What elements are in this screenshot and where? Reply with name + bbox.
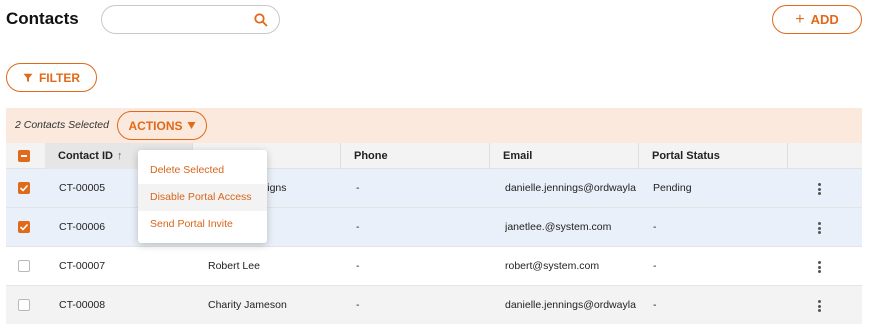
phone-cell: - <box>356 182 360 194</box>
more-vertical-icon[interactable] <box>818 183 822 195</box>
search-input[interactable] <box>101 5 280 34</box>
select-all-checkbox[interactable] <box>18 150 30 162</box>
column-header-portal-status[interactable]: Portal Status <box>638 143 787 169</box>
contact-id-cell: CT-00008 <box>59 299 106 311</box>
phone-cell: - <box>356 260 360 272</box>
selection-count-text: 2 Contacts Selected <box>15 119 109 131</box>
table-row[interactable]: CT-00008 Charity Jameson - danielle.jenn… <box>6 286 862 324</box>
column-header-email[interactable]: Email <box>489 143 638 169</box>
actions-menu: Delete Selected Disable Portal Access Se… <box>138 150 267 243</box>
phone-cell: - <box>356 221 360 233</box>
contact-name-cell: Robert Lee <box>208 260 260 272</box>
menu-item-disable-portal-access[interactable]: Disable Portal Access <box>138 184 267 211</box>
more-vertical-icon[interactable] <box>818 222 822 234</box>
row-checkbox[interactable] <box>18 299 30 311</box>
filter-button[interactable]: FILTER <box>6 63 97 92</box>
sort-arrow-icon[interactable]: ↑ <box>117 150 123 162</box>
actions-button[interactable]: ACTIONS <box>117 111 207 140</box>
table-row[interactable]: CT-00005 signs - danielle.jennings@ordwa… <box>6 169 862 208</box>
row-checkbox[interactable] <box>18 182 30 194</box>
column-header-phone[interactable]: Phone <box>340 143 489 169</box>
checkmark-icon <box>19 223 29 231</box>
page-title: Contacts <box>6 9 79 28</box>
table-row[interactable]: CT-00007 Robert Lee - robert@system.com … <box>6 247 862 286</box>
email-cell: danielle.jennings@ordwayla <box>505 182 636 194</box>
portal-status-cell: - <box>653 221 657 233</box>
contact-id-cell: CT-00005 <box>59 182 106 194</box>
more-vertical-icon[interactable] <box>818 261 822 273</box>
filter-icon <box>23 73 33 82</box>
column-header-actions <box>787 143 862 169</box>
header-select-all-cell <box>6 143 45 169</box>
actions-button-label: ACTIONS <box>128 118 183 133</box>
checkmark-icon <box>19 184 29 192</box>
email-cell: robert@system.com <box>505 260 600 272</box>
add-button-label: ADD <box>810 12 839 27</box>
contact-name-cell: Charity Jameson <box>208 299 287 311</box>
row-checkbox[interactable] <box>18 221 30 233</box>
row-checkbox[interactable] <box>18 260 30 272</box>
caret-down-icon <box>187 122 195 129</box>
contact-id-cell: CT-00006 <box>59 221 106 233</box>
add-button[interactable]: + ADD <box>772 5 862 34</box>
contact-id-cell: CT-00007 <box>59 260 106 272</box>
more-vertical-icon[interactable] <box>818 300 822 312</box>
table-row[interactable]: CT-00006 - janetlee.@system.com - <box>6 208 862 247</box>
table-header: Contact ID ↑ Phone Email Portal Status <box>6 143 862 169</box>
menu-item-send-portal-invite[interactable]: Send Portal Invite <box>138 211 267 238</box>
selection-bar: 2 Contacts Selected ACTIONS <box>6 108 862 143</box>
email-cell: janetlee.@system.com <box>505 221 612 233</box>
menu-item-delete-selected[interactable]: Delete Selected <box>138 157 267 184</box>
plus-icon: + <box>795 10 805 28</box>
search-icon[interactable] <box>253 12 269 28</box>
portal-status-cell: Pending <box>653 182 692 194</box>
phone-cell: - <box>356 299 360 311</box>
contacts-table: Contact ID ↑ Phone Email Portal Status CT… <box>6 143 862 324</box>
filter-button-label: FILTER <box>38 70 81 85</box>
email-cell: danielle.jennings@ordwayla <box>505 299 636 311</box>
portal-status-cell: - <box>653 299 657 311</box>
portal-status-cell: - <box>653 260 657 272</box>
